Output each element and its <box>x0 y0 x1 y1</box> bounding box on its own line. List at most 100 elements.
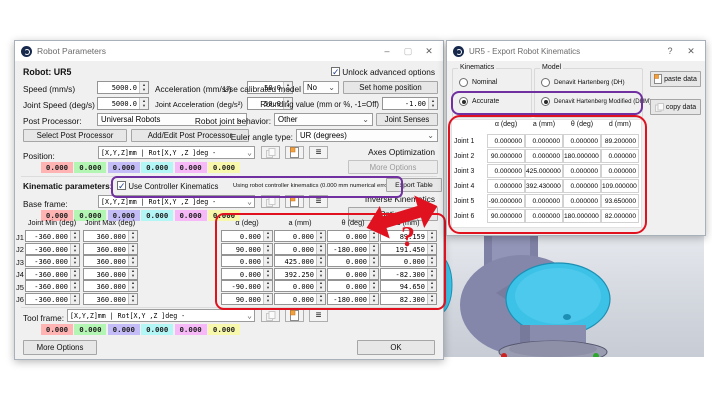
more-options-button[interactable]: More Options <box>23 340 97 355</box>
maximize-icon[interactable]: ▢ <box>400 46 416 57</box>
dh-joint-6-col-2[interactable]: 180.000000 <box>563 209 601 223</box>
dh-joint-1-col-2[interactable]: 0.000000 <box>563 134 601 148</box>
dhm-radio[interactable] <box>541 97 550 106</box>
title-bar[interactable]: UR5 - Export Robot Kinematics ? ✕ <box>447 41 705 61</box>
position-value-4[interactable]: 0.000 <box>175 162 207 173</box>
tool-frame-format-select[interactable]: [X,Y,Z]mm | Rot[X,Y ,Z ]deg - ⌄ <box>67 309 255 322</box>
copy-data-button[interactable]: copy data <box>650 99 701 115</box>
spinner-arrows-icon[interactable]: ▴▾ <box>316 269 325 279</box>
euler-angle-type-select[interactable]: UR (degrees) ⌄ <box>296 129 438 142</box>
rounding-input[interactable]: -1.00 ▴▾ <box>382 97 438 110</box>
dh-joint-3-col-1[interactable]: 425.000000 <box>525 164 563 178</box>
dh-joint-5-col-2[interactable]: 0.000000 <box>563 194 601 208</box>
spinner-arrows-icon[interactable]: ▴▾ <box>70 244 79 254</box>
tool-frame-value-5[interactable]: 0.000 <box>208 324 240 335</box>
set-home-position-button[interactable]: Set home position <box>343 81 438 94</box>
joint-J3-max-input[interactable]: 360.000▴▾ <box>83 255 138 267</box>
spinner-arrows-icon[interactable]: ▴▾ <box>369 294 378 304</box>
joint-J6-alpha-input[interactable]: 90.000▴▾ <box>221 293 273 305</box>
dh-radio[interactable] <box>541 78 550 87</box>
dh-joint-1-col-3[interactable]: 89.200000 <box>601 134 639 148</box>
nominal-radio[interactable] <box>459 78 468 87</box>
joint-J2-theta-input[interactable]: -180.000▴▾ <box>327 243 379 255</box>
dh-joint-4-col-1[interactable]: 392.430000 <box>525 179 563 193</box>
joint-J2-max-input[interactable]: 360.000▴▾ <box>83 243 138 255</box>
select-post-processor-button[interactable]: Select Post Processor <box>23 129 127 142</box>
spinner-arrows-icon[interactable]: ▴▾ <box>139 82 148 93</box>
tool-frame-value-3[interactable]: 0.000 <box>141 324 173 335</box>
spinner-arrows-icon[interactable]: ▴▾ <box>427 256 436 266</box>
close-icon[interactable]: ✕ <box>421 46 437 57</box>
spinner-arrows-icon[interactable]: ▴▾ <box>316 256 325 266</box>
joint-J4-alpha-input[interactable]: 0.000▴▾ <box>221 268 273 280</box>
spinner-arrows-icon[interactable]: ▴▾ <box>427 269 436 279</box>
use-controller-kinematics-checkbox[interactable]: ✓ Use Controller Kinematics <box>117 181 218 191</box>
joint-speed-input[interactable]: 5000.0 ▴▾ <box>97 97 149 110</box>
spinner-arrows-icon[interactable]: ▴▾ <box>427 244 436 254</box>
spinner-arrows-icon[interactable]: ▴▾ <box>369 244 378 254</box>
joint-J6-theta-input[interactable]: -180.000▴▾ <box>327 293 379 305</box>
spinner-arrows-icon[interactable]: ▴▾ <box>369 256 378 266</box>
joint-J6-max-input[interactable]: 360.000▴▾ <box>83 293 138 305</box>
joint-J3-alpha-input[interactable]: 0.000▴▾ <box>221 255 273 267</box>
axes-more-options-button[interactable]: More Options <box>348 160 438 174</box>
paste-pose-button[interactable] <box>285 146 304 159</box>
spinner-arrows-icon[interactable]: ▴▾ <box>428 98 437 109</box>
dh-joint-3-col-2[interactable]: 0.000000 <box>563 164 601 178</box>
joint-J6-d-input[interactable]: 82.300▴▾ <box>380 293 437 305</box>
dh-joint-5-col-3[interactable]: 93.650000 <box>601 194 639 208</box>
joint-behavior-select[interactable]: Other ⌄ <box>274 113 373 126</box>
position-value-3[interactable]: 0.000 <box>141 162 173 173</box>
joint-J5-d-input[interactable]: 94.650▴▾ <box>380 280 437 292</box>
dh-joint-4-col-2[interactable]: 0.000000 <box>563 179 601 193</box>
use-calibrated-select[interactable]: No ⌄ <box>303 81 339 94</box>
position-format-select[interactable]: [X,Y,Z]mm | Rot[X,Y ,Z ]deg - ⌄ <box>98 146 255 159</box>
tool-frame-value-0[interactable]: 0.000 <box>41 324 73 335</box>
spinner-arrows-icon[interactable]: ▴▾ <box>316 294 325 304</box>
paste-data-button[interactable]: paste data <box>650 71 701 87</box>
base-frame-value-3[interactable]: 0.000 <box>141 210 173 221</box>
dh-joint-4-col-3[interactable]: 109.000000 <box>601 179 639 193</box>
position-value-0[interactable]: 0.000 <box>41 162 73 173</box>
joint-J1-min-input[interactable]: -360.000▴▾ <box>25 230 80 242</box>
export-table-button[interactable]: Export Table <box>386 178 442 192</box>
spinner-arrows-icon[interactable]: ▴▾ <box>70 256 79 266</box>
joint-senses-button[interactable]: Joint Senses <box>376 113 438 126</box>
3d-viewport[interactable] <box>436 233 704 357</box>
joint-J2-min-input[interactable]: -360.000▴▾ <box>25 243 80 255</box>
spinner-arrows-icon[interactable]: ▴▾ <box>427 294 436 304</box>
spinner-arrows-icon[interactable]: ▴▾ <box>263 256 272 266</box>
copy-tool-button[interactable] <box>261 309 280 322</box>
dh-joint-6-col-0[interactable]: 90.000000 <box>487 209 525 223</box>
spinner-arrows-icon[interactable]: ▴▾ <box>369 281 378 291</box>
joint-J3-d-input[interactable]: 0.000▴▾ <box>380 255 437 267</box>
joint-J1-alpha-input[interactable]: 0.000▴▾ <box>221 230 273 242</box>
spinner-arrows-icon[interactable]: ▴▾ <box>316 281 325 291</box>
dh-joint-5-col-0[interactable]: -90.000000 <box>487 194 525 208</box>
tool-frame-value-4[interactable]: 0.000 <box>175 324 207 335</box>
spinner-arrows-icon[interactable]: ▴▾ <box>128 231 137 241</box>
joint-J1-a-input[interactable]: 0.000▴▾ <box>274 230 326 242</box>
spinner-arrows-icon[interactable]: ▴▾ <box>263 244 272 254</box>
joint-J3-a-input[interactable]: 425.000▴▾ <box>274 255 326 267</box>
close-icon[interactable]: ✕ <box>683 46 699 57</box>
dh-joint-6-col-3[interactable]: 82.000000 <box>601 209 639 223</box>
title-bar[interactable]: Robot Parameters – ▢ ✕ <box>15 41 443 61</box>
dh-joint-2-col-0[interactable]: 90.000000 <box>487 149 525 163</box>
joint-J4-max-input[interactable]: 360.000▴▾ <box>83 268 138 280</box>
tool-menu-button[interactable]: ≡ <box>309 309 328 322</box>
spinner-arrows-icon[interactable]: ▴▾ <box>316 231 325 241</box>
base-frame-value-4[interactable]: 0.000 <box>175 210 207 221</box>
joint-J4-min-input[interactable]: -360.000▴▾ <box>25 268 80 280</box>
pose-menu-button[interactable]: ≡ <box>309 146 328 159</box>
dh-joint-5-col-1[interactable]: 0.000000 <box>525 194 563 208</box>
spinner-arrows-icon[interactable]: ▴▾ <box>70 269 79 279</box>
joint-J2-alpha-input[interactable]: 90.000▴▾ <box>221 243 273 255</box>
spinner-arrows-icon[interactable]: ▴▾ <box>70 294 79 304</box>
spinner-arrows-icon[interactable]: ▴▾ <box>128 256 137 266</box>
joint-J5-min-input[interactable]: -360.000▴▾ <box>25 280 80 292</box>
spinner-arrows-icon[interactable]: ▴▾ <box>316 244 325 254</box>
joint-J4-a-input[interactable]: 392.250▴▾ <box>274 268 326 280</box>
joint-J5-alpha-input[interactable]: -90.000▴▾ <box>221 280 273 292</box>
spinner-arrows-icon[interactable]: ▴▾ <box>70 281 79 291</box>
